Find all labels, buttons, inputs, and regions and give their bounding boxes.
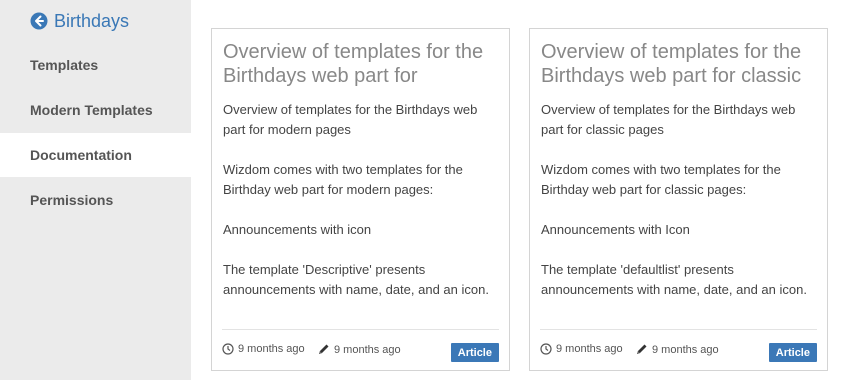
sidebar-item-documentation[interactable]: Documentation — [0, 133, 191, 177]
card-footer: 9 months ago 9 months ago Article — [540, 329, 817, 362]
created-meta: 9 months ago — [222, 343, 305, 355]
pencil-icon — [319, 344, 329, 354]
card-paragraph: Announcements with Icon — [541, 222, 690, 237]
modified-time: 9 months ago — [334, 343, 401, 356]
sidebar-item-modern-templates[interactable]: Modern Templates — [0, 88, 191, 132]
card-paragraph: Wizdom comes with two templates for the … — [541, 162, 781, 197]
card-paragraph: Overview of templates for the Birthdays … — [541, 102, 796, 137]
back-title: Birthdays — [54, 10, 130, 31]
sidebar: Birthdays Templates Modern Templates Doc… — [0, 0, 191, 380]
card-paragraph: The template 'defaultlist' presents anno… — [541, 262, 807, 297]
created-time: 9 months ago — [556, 343, 623, 355]
created-meta: 9 months ago — [540, 343, 623, 355]
modified-meta: 9 months ago — [317, 343, 401, 356]
article-badge[interactable]: Article — [768, 343, 817, 362]
article-card[interactable]: Overview of templates for the Birthdays … — [211, 28, 510, 371]
card-paragraph: Announcements with icon — [223, 222, 372, 237]
card-paragraph: The template 'Descriptive' presents anno… — [223, 262, 489, 297]
article-badge[interactable]: Article — [450, 343, 499, 362]
clock-icon — [540, 343, 552, 355]
created-time: 9 months ago — [238, 343, 305, 355]
modified-meta: 9 months ago — [635, 343, 719, 356]
card-body: Overview of templates for the Birthdays … — [541, 100, 819, 320]
sidebar-item-templates[interactable]: Templates — [0, 43, 191, 87]
sidebar-item-permissions[interactable]: Permissions — [0, 178, 191, 222]
card-body: Overview of templates for the Birthdays … — [223, 100, 501, 320]
pencil-icon — [637, 344, 647, 354]
card-title[interactable]: Overview of templates for the Birthdays … — [223, 40, 503, 88]
modified-time: 9 months ago — [652, 343, 719, 356]
article-card[interactable]: Overview of templates for the Birthdays … — [529, 28, 828, 371]
back-link[interactable]: Birthdays — [30, 8, 129, 34]
card-title[interactable]: Overview of templates for the Birthdays … — [541, 40, 821, 88]
clock-icon — [222, 343, 234, 355]
card-paragraph: Wizdom comes with two templates for the … — [223, 162, 463, 197]
card-paragraph: Overview of templates for the Birthdays … — [223, 102, 478, 137]
card-footer: 9 months ago 9 months ago Article — [222, 329, 499, 362]
back-arrow-icon — [30, 12, 48, 30]
